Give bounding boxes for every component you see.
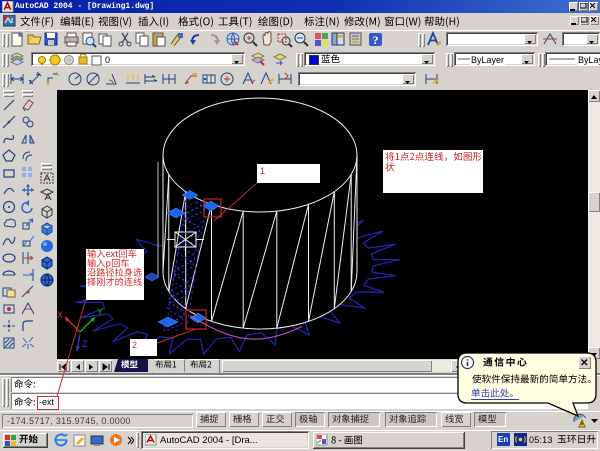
- svg-text:1: 1: [260, 166, 265, 176]
- svg-text:X: X: [57, 310, 63, 320]
- svg-text:2: 2: [132, 340, 137, 350]
- svg-text:?: ?: [373, 33, 379, 47]
- svg-text:Z: Z: [82, 339, 88, 349]
- svg-text:Y: Y: [97, 307, 103, 317]
